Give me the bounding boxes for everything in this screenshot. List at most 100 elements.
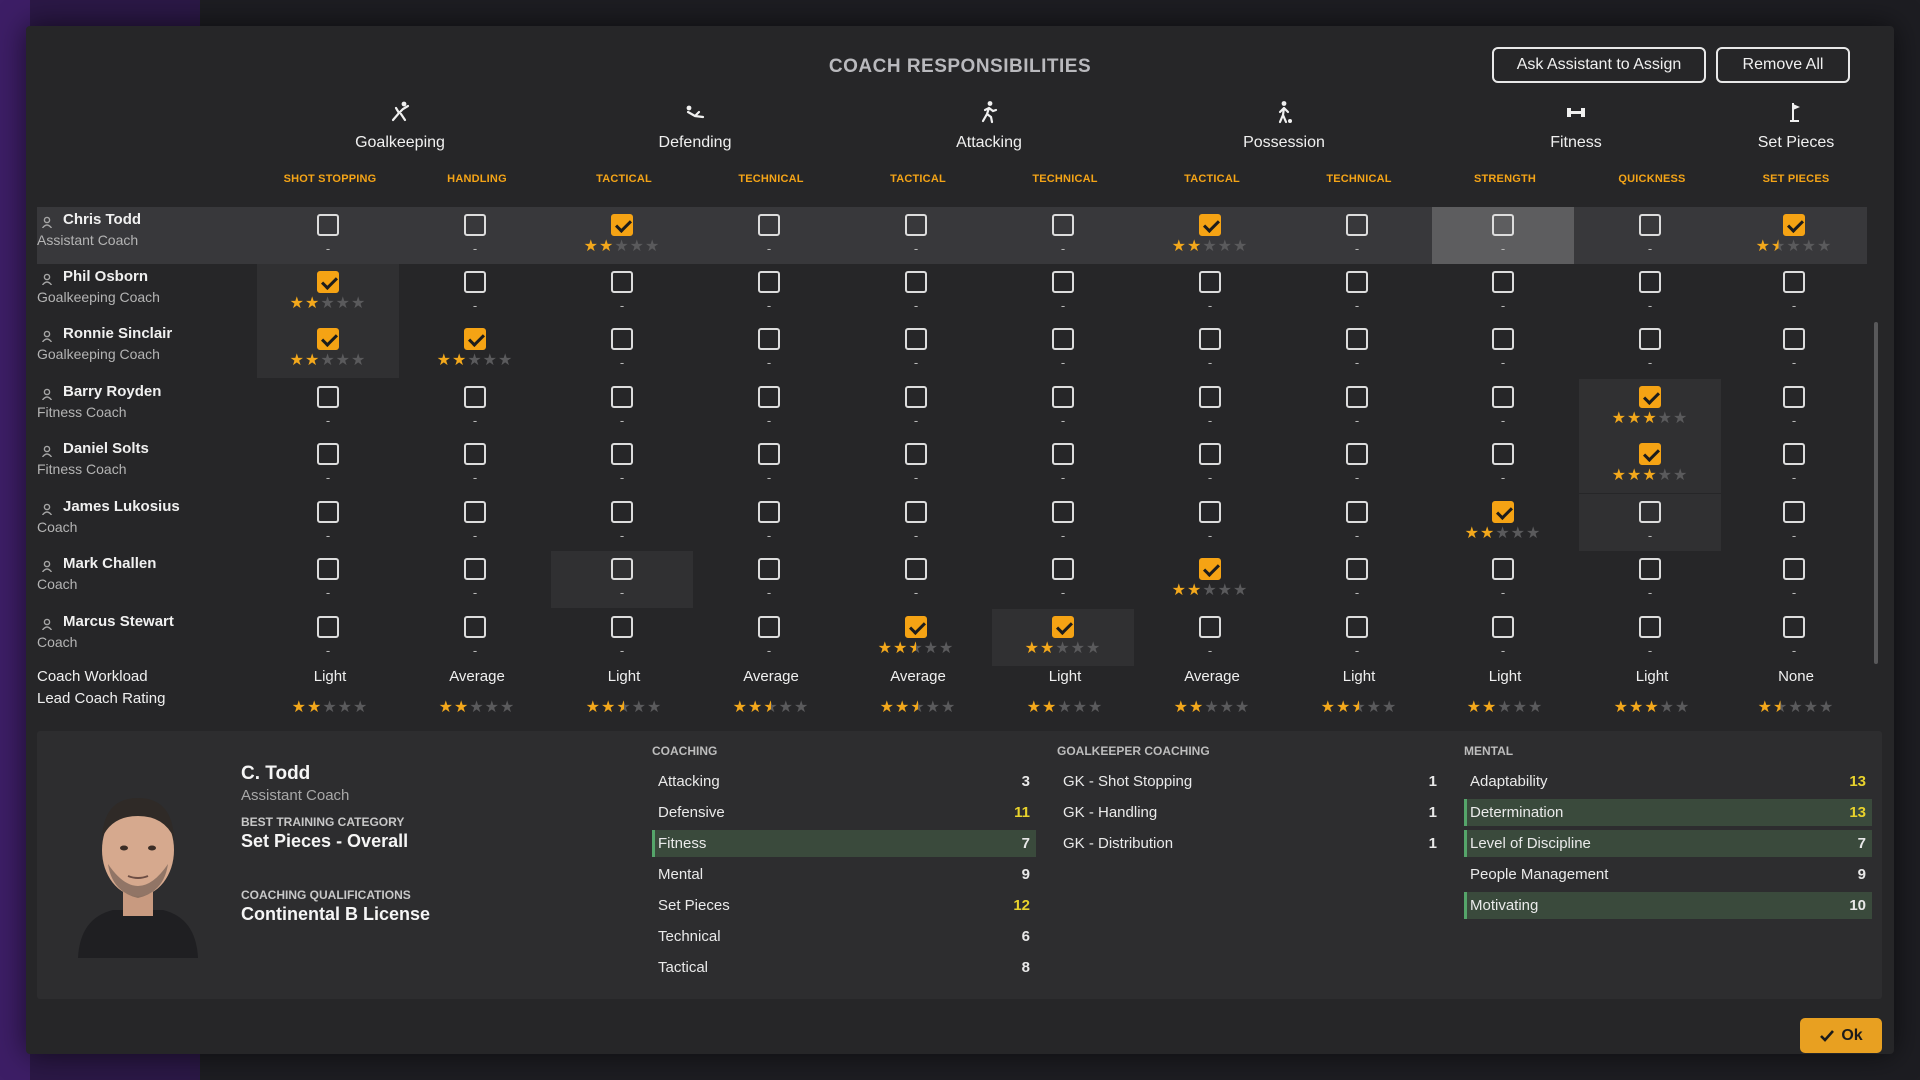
coach-row[interactable]: Chris Todd Assistant Coach - - ★★★★★ - - - ★★★★★…: [37, 207, 1867, 264]
responsibility-checkbox[interactable]: [464, 443, 486, 465]
responsibility-checkbox[interactable]: [905, 214, 927, 236]
responsibility-checkbox[interactable]: [1783, 558, 1805, 580]
responsibility-checkbox[interactable]: [905, 328, 927, 350]
responsibility-checkbox[interactable]: [1492, 558, 1514, 580]
responsibility-checkbox[interactable]: [758, 558, 780, 580]
responsibility-checkbox[interactable]: [611, 214, 633, 236]
responsibility-checkbox[interactable]: [1492, 501, 1514, 523]
responsibility-checkbox[interactable]: [317, 328, 339, 350]
coach-row[interactable]: Phil Osborn Goalkeeping Coach ★★★★★ - - - - - - -…: [37, 264, 1867, 321]
responsibility-checkbox[interactable]: [758, 328, 780, 350]
responsibility-checkbox[interactable]: [1199, 386, 1221, 408]
responsibility-checkbox[interactable]: [317, 271, 339, 293]
responsibility-checkbox[interactable]: [1639, 501, 1661, 523]
responsibility-checkbox[interactable]: [611, 386, 633, 408]
responsibility-checkbox[interactable]: [1199, 558, 1221, 580]
responsibility-checkbox[interactable]: [611, 328, 633, 350]
responsibility-checkbox[interactable]: [905, 386, 927, 408]
responsibility-checkbox[interactable]: [1639, 271, 1661, 293]
responsibility-checkbox[interactable]: [1346, 443, 1368, 465]
coach-row[interactable]: James Lukosius Coach - - - - - - - - ★★★★★ - -: [37, 494, 1867, 551]
responsibility-checkbox[interactable]: [758, 616, 780, 638]
responsibility-checkbox[interactable]: [464, 271, 486, 293]
responsibility-checkbox[interactable]: [464, 616, 486, 638]
responsibility-checkbox[interactable]: [1492, 271, 1514, 293]
responsibility-checkbox[interactable]: [758, 214, 780, 236]
responsibility-checkbox[interactable]: [317, 443, 339, 465]
responsibility-checkbox[interactable]: [317, 214, 339, 236]
responsibility-checkbox[interactable]: [464, 558, 486, 580]
responsibility-checkbox[interactable]: [1783, 271, 1805, 293]
responsibility-checkbox[interactable]: [1492, 386, 1514, 408]
responsibility-checkbox[interactable]: [1492, 616, 1514, 638]
responsibility-checkbox[interactable]: [1052, 558, 1074, 580]
responsibility-checkbox[interactable]: [1639, 558, 1661, 580]
responsibility-checkbox[interactable]: [758, 271, 780, 293]
responsibility-checkbox[interactable]: [1492, 443, 1514, 465]
responsibility-checkbox[interactable]: [1346, 386, 1368, 408]
responsibility-checkbox[interactable]: [1199, 501, 1221, 523]
responsibility-checkbox[interactable]: [905, 443, 927, 465]
responsibility-checkbox[interactable]: [1346, 501, 1368, 523]
responsibility-checkbox[interactable]: [1783, 501, 1805, 523]
responsibility-checkbox[interactable]: [905, 558, 927, 580]
ask-assistant-assign-button[interactable]: Ask Assistant to Assign: [1492, 47, 1706, 83]
responsibility-checkbox[interactable]: [1783, 386, 1805, 408]
responsibility-checkbox[interactable]: [464, 328, 486, 350]
coach-row[interactable]: Barry Royden Fitness Coach - - - - - - - - - ★★★★★ -: [37, 379, 1867, 436]
responsibility-checkbox[interactable]: [1783, 443, 1805, 465]
responsibility-checkbox[interactable]: [1052, 328, 1074, 350]
responsibility-checkbox[interactable]: [317, 616, 339, 638]
coach-row[interactable]: Mark Challen Coach - - - - - - ★★★★★ - - - -: [37, 551, 1867, 608]
responsibility-checkbox[interactable]: [1346, 616, 1368, 638]
responsibility-checkbox[interactable]: [1346, 271, 1368, 293]
responsibility-checkbox[interactable]: [1639, 386, 1661, 408]
responsibility-checkbox[interactable]: [611, 501, 633, 523]
responsibility-checkbox[interactable]: [758, 386, 780, 408]
coach-row[interactable]: Daniel Solts Fitness Coach - - - - - - - - - ★★★★★ -: [37, 436, 1867, 493]
responsibility-checkbox[interactable]: [1639, 616, 1661, 638]
responsibility-checkbox[interactable]: [611, 443, 633, 465]
responsibility-checkbox[interactable]: [1639, 328, 1661, 350]
responsibility-checkbox[interactable]: [1346, 328, 1368, 350]
responsibility-checkbox[interactable]: [1052, 271, 1074, 293]
responsibility-checkbox[interactable]: [464, 501, 486, 523]
responsibility-checkbox[interactable]: [1052, 501, 1074, 523]
responsibility-checkbox[interactable]: [905, 501, 927, 523]
remove-all-button[interactable]: Remove All: [1716, 47, 1850, 83]
responsibility-checkbox[interactable]: [1199, 443, 1221, 465]
responsibility-checkbox[interactable]: [1199, 328, 1221, 350]
responsibility-checkbox[interactable]: [611, 616, 633, 638]
responsibility-checkbox[interactable]: [1492, 214, 1514, 236]
responsibility-checkbox[interactable]: [611, 271, 633, 293]
responsibility-checkbox[interactable]: [1052, 386, 1074, 408]
responsibility-checkbox[interactable]: [1346, 214, 1368, 236]
responsibility-checkbox[interactable]: [1052, 214, 1074, 236]
responsibility-checkbox[interactable]: [1492, 328, 1514, 350]
responsibility-checkbox[interactable]: [317, 501, 339, 523]
responsibility-checkbox[interactable]: [317, 386, 339, 408]
responsibility-checkbox[interactable]: [611, 558, 633, 580]
rows-scrollbar[interactable]: [1874, 322, 1878, 664]
responsibility-checkbox[interactable]: [905, 616, 927, 638]
responsibility-checkbox[interactable]: [1199, 271, 1221, 293]
responsibility-checkbox[interactable]: [758, 501, 780, 523]
responsibility-checkbox[interactable]: [1199, 214, 1221, 236]
responsibility-checkbox[interactable]: [1783, 328, 1805, 350]
responsibility-checkbox[interactable]: [1052, 616, 1074, 638]
responsibility-checkbox[interactable]: [1639, 443, 1661, 465]
responsibility-checkbox[interactable]: [464, 214, 486, 236]
responsibility-checkbox[interactable]: [1783, 214, 1805, 236]
responsibility-checkbox[interactable]: [1052, 443, 1074, 465]
ok-button[interactable]: Ok: [1800, 1018, 1882, 1053]
responsibility-checkbox[interactable]: [1346, 558, 1368, 580]
coach-row[interactable]: Ronnie Sinclair Goalkeeping Coach ★★★★★ ★★★…: [37, 321, 1867, 378]
responsibility-checkbox[interactable]: [464, 386, 486, 408]
responsibility-checkbox[interactable]: [1639, 214, 1661, 236]
responsibility-checkbox[interactable]: [758, 443, 780, 465]
responsibility-checkbox[interactable]: [1783, 616, 1805, 638]
responsibility-checkbox[interactable]: [317, 558, 339, 580]
responsibility-checkbox[interactable]: [1199, 616, 1221, 638]
responsibility-checkbox[interactable]: [905, 271, 927, 293]
coach-row[interactable]: Marcus Stewart Coach - - - - ★★★★★ ★★★★★ - - - - -: [37, 609, 1867, 666]
